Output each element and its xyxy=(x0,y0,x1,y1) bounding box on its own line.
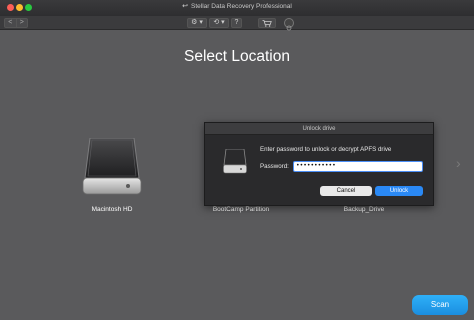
hard-drive-icon xyxy=(82,137,142,195)
app-title: ↩ Stellar Data Recovery Professional xyxy=(0,2,474,10)
activation-button[interactable] xyxy=(284,18,294,31)
password-label: Password: xyxy=(260,163,289,170)
return-icon: ↩ xyxy=(182,3,189,10)
scan-button[interactable]: Scan xyxy=(412,295,468,315)
password-field[interactable]: ••••••••••• xyxy=(293,161,423,172)
next-page-chevron-icon[interactable]: › xyxy=(456,155,461,171)
help-button[interactable]: ? xyxy=(231,18,242,28)
drive-label-bootcamp: BootCamp Partition xyxy=(212,206,270,213)
history-button[interactable]: ⟲ ▾ xyxy=(209,18,229,28)
toolbar: < > ⚙ ▾ ⟲ ▾ ? xyxy=(0,16,474,31)
app-title-text: Stellar Data Recovery Professional xyxy=(191,3,292,10)
drive-macintosh-hd[interactable] xyxy=(82,137,142,196)
settings-button[interactable]: ⚙ ▾ xyxy=(187,18,207,28)
dialog-drive-icon xyxy=(223,148,247,175)
forward-button[interactable]: > xyxy=(15,19,28,27)
drive-label-macintosh-hd: Macintosh HD xyxy=(91,206,133,213)
cancel-button[interactable]: Cancel xyxy=(320,186,372,196)
key-icon xyxy=(286,25,292,31)
unlock-button[interactable]: Unlock xyxy=(375,186,423,196)
unlock-drive-dialog: Unlock drive Enter password to unlock or… xyxy=(204,122,434,206)
cart-icon xyxy=(262,19,272,27)
page-title: Select Location xyxy=(184,48,290,65)
nav-buttons: < > xyxy=(4,18,28,28)
drive-label-backup: Backup_Drive xyxy=(343,206,385,213)
cart-button[interactable] xyxy=(258,18,276,28)
dialog-title: Unlock drive xyxy=(205,123,433,135)
title-bar: ↩ Stellar Data Recovery Professional xyxy=(0,0,474,16)
dialog-message: Enter password to unlock or decrypt APFS… xyxy=(260,146,392,153)
back-button[interactable]: < xyxy=(5,19,16,27)
